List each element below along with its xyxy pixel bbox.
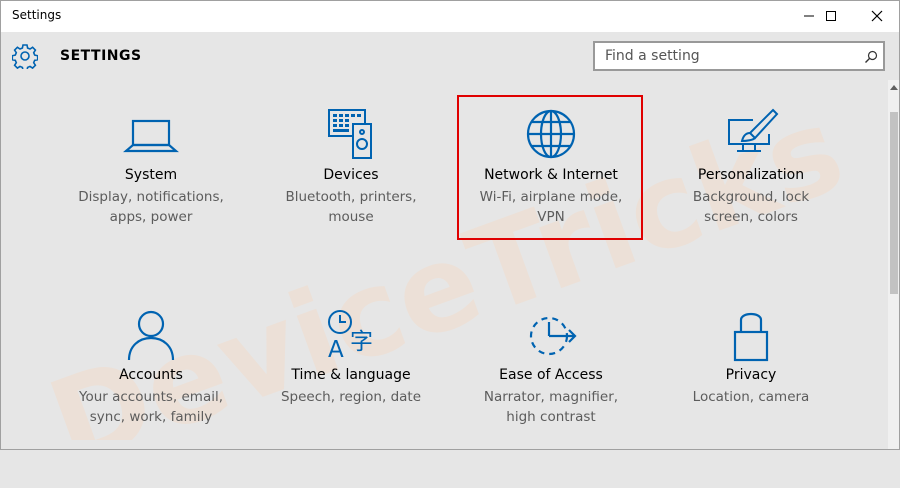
window-title: Settings (12, 8, 62, 22)
tile-system[interactable]: System Display, notifications, apps, pow… (51, 88, 251, 288)
tile-description: Your accounts, email, sync, work, family (78, 389, 224, 425)
tile-description: Narrator, magnifier, high contrast (483, 389, 619, 425)
paint-brush-icon (728, 108, 779, 152)
tile-description: Speech, region, date (280, 389, 422, 405)
settings-header: SETTINGS (0, 32, 900, 80)
person-icon (127, 310, 175, 361)
vertical-scrollbar[interactable] (888, 80, 900, 450)
scroll-thumb[interactable] (890, 112, 898, 294)
devices-icon (328, 109, 372, 159)
tile-name: System (124, 167, 178, 183)
settings-grid: System Display, notifications, apps, pow… (51, 88, 851, 450)
svg-text:A: A (328, 337, 344, 362)
tile-name: Time & language (291, 367, 411, 383)
close-button[interactable] (854, 0, 900, 32)
tile-accounts[interactable]: Accounts Your accounts, email, sync, wor… (51, 288, 251, 488)
gear-icon (12, 44, 38, 69)
tile-name: Personalization (697, 167, 805, 183)
highlight-box (457, 95, 643, 240)
tile-description: Display, notifications, apps, power (78, 189, 224, 225)
title-bar: Settings (0, 0, 900, 32)
lock-icon (733, 312, 769, 362)
maximize-icon (826, 11, 836, 21)
page-title: SETTINGS (60, 48, 142, 64)
tile-privacy[interactable]: Privacy Location, camera (651, 288, 851, 488)
tile-description: Location, camera (692, 389, 810, 405)
ease-of-access-icon (529, 316, 577, 356)
scroll-up-icon[interactable] (890, 84, 898, 90)
maximize-button[interactable] (808, 0, 854, 32)
tile-time-language[interactable]: A 字 Time & language Speech, region, date (251, 288, 451, 488)
tile-name: Ease of Access (499, 367, 603, 383)
close-icon (871, 10, 883, 22)
tile-name: Privacy (725, 367, 777, 383)
clock-language-icon: A 字 (328, 310, 373, 362)
search-box[interactable] (593, 41, 885, 71)
tile-personalization[interactable]: Personalization Background, lock screen,… (651, 88, 851, 288)
tile-description: Background, lock screen, colors (692, 189, 810, 225)
search-input[interactable] (595, 43, 855, 69)
tile-ease-of-access[interactable]: Ease of Access Narrator, magnifier, high… (451, 288, 651, 488)
tile-devices[interactable]: Devices Bluetooth, printers, mouse (251, 88, 451, 288)
tile-name: Devices (323, 167, 379, 183)
tile-name: Accounts (119, 367, 183, 383)
laptop-icon (123, 119, 179, 153)
search-icon[interactable] (864, 50, 878, 64)
tile-description: Bluetooth, printers, mouse (285, 189, 417, 225)
svg-text:字: 字 (350, 329, 373, 355)
